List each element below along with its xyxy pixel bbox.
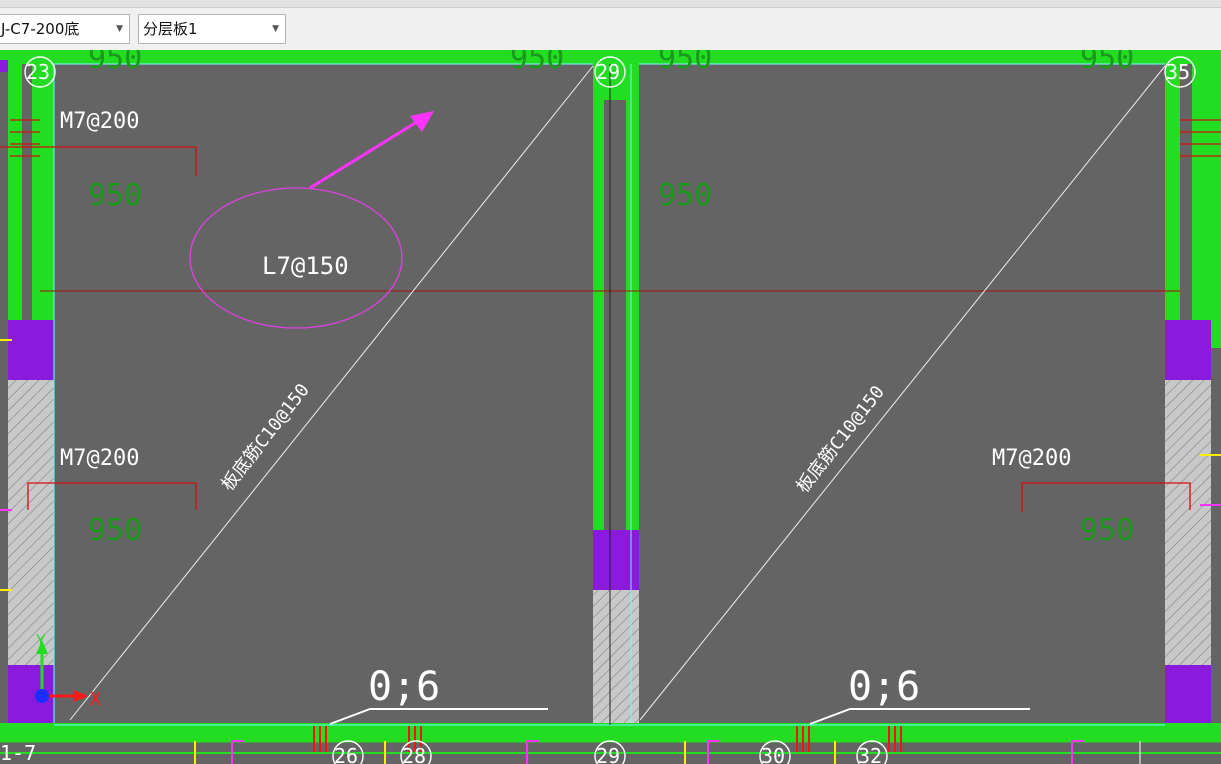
slab-combo-value: 分层板1 [143, 20, 198, 38]
dim-950-label: 950 [88, 178, 142, 213]
diag-rebar-label: 板底筋C10@150 [792, 382, 888, 497]
middle-column [593, 530, 639, 590]
right-wall [1165, 50, 1221, 322]
layer-combo[interactable]: J-C7-200底 ▼ [0, 14, 130, 44]
chevron-down-icon[interactable]: ▼ [272, 15, 279, 43]
toolbar-strip [0, 0, 1221, 8]
rebar-label: M7@200 [60, 446, 139, 471]
dim-950-label: 950 [1080, 513, 1134, 548]
left-hatch [8, 380, 54, 665]
slab-combo[interactable]: 分层板1 ▼ [138, 14, 286, 44]
dim-950-label: 950 [510, 50, 564, 76]
ellipse-label: L7@150 [262, 252, 349, 280]
axis-label: 32 [858, 744, 882, 764]
bottom-label: 0;6 [848, 664, 920, 710]
diag-rebar-label: 板底筋C10@150 [217, 380, 313, 495]
dim-950-label: 950 [88, 513, 142, 548]
right-hatch [1165, 380, 1211, 665]
bottom-wall [0, 723, 1221, 741]
left-column-top [8, 320, 54, 380]
axis-label: 29 [596, 744, 620, 764]
right-column-top [1165, 320, 1211, 380]
axis-label: 1-7 [0, 741, 36, 764]
axis-label: 35 [1166, 60, 1190, 84]
dim-950-label: 950 [88, 50, 142, 76]
axis-label: 26 [334, 744, 358, 764]
svg-text:X: X [90, 689, 101, 710]
dim-950-label: 950 [658, 50, 712, 76]
toolbar: J-C7-200底 ▼ 分层板1 ▼ [0, 0, 1221, 51]
bottom-label: 0;6 [368, 664, 440, 710]
rebar-label: M7@200 [60, 109, 139, 134]
axis-label: 29 [596, 60, 620, 84]
layer-combo-value: J-C7-200底 [1, 20, 80, 38]
rebar-label: M7@200 [992, 446, 1071, 471]
axis-label: 23 [26, 60, 50, 84]
dim-950-label: 950 [1080, 50, 1134, 76]
pointer-arrow [309, 118, 421, 190]
cad-canvas[interactable]: 950 950 950 950 950 950 950 950 M7@200 M… [0, 50, 1221, 764]
chevron-down-icon[interactable]: ▼ [116, 15, 123, 43]
middle-hatch [593, 590, 639, 730]
axis-label: 28 [402, 744, 426, 764]
svg-text:Y: Y [36, 631, 46, 650]
axis-label: 30 [761, 744, 785, 764]
dim-950-label: 950 [658, 178, 712, 213]
arrowhead-icon [410, 111, 434, 132]
